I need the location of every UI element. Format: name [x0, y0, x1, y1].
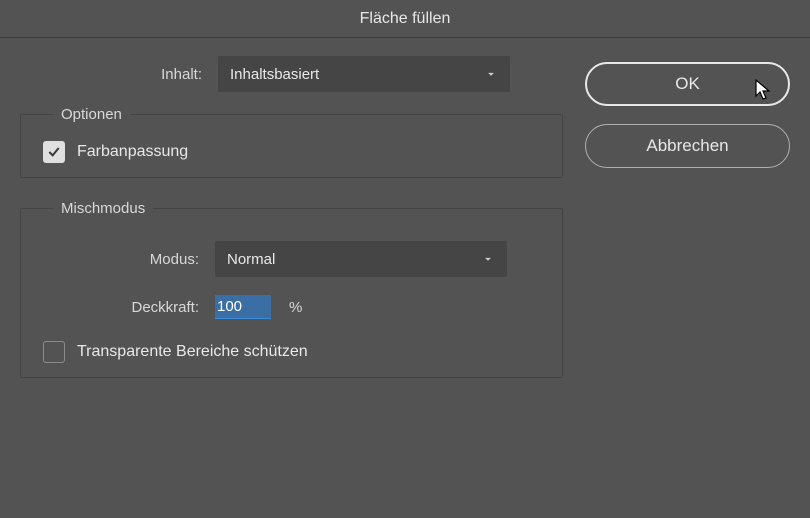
ok-button[interactable]: OK — [585, 62, 790, 106]
cursor-icon — [754, 78, 774, 102]
optionen-legend: Optionen — [53, 106, 130, 123]
cancel-button[interactable]: Abbrechen — [585, 124, 790, 168]
optionen-group: Optionen Farbanpassung — [20, 106, 563, 178]
protect-label: Transparente Bereiche schützen — [77, 343, 308, 361]
chevron-down-icon — [481, 252, 495, 266]
chevron-down-icon — [484, 67, 498, 81]
modus-row: Modus: Normal — [35, 241, 548, 277]
deckkraft-input[interactable] — [215, 295, 271, 319]
farbanpassung-row: Farbanpassung — [35, 141, 548, 163]
protect-row: Transparente Bereiche schützen — [35, 341, 548, 363]
ok-button-label: OK — [675, 74, 700, 94]
left-column: Inhalt: Inhaltsbasiert Optionen Farbanpa… — [20, 56, 563, 378]
mischmodus-group: Mischmodus Modus: Normal Deckkraft: % Tr… — [20, 200, 563, 378]
deckkraft-unit: % — [289, 299, 302, 316]
cancel-button-label: Abbrechen — [646, 136, 728, 156]
mischmodus-legend: Mischmodus — [53, 200, 153, 217]
modus-label: Modus: — [35, 251, 215, 268]
inhalt-select-value: Inhaltsbasiert — [230, 66, 319, 83]
modus-select[interactable]: Normal — [215, 241, 507, 277]
deckkraft-label: Deckkraft: — [35, 299, 215, 316]
dialog-content: Inhalt: Inhaltsbasiert Optionen Farbanpa… — [0, 38, 810, 396]
right-column: OK Abbrechen — [585, 56, 790, 378]
farbanpassung-label: Farbanpassung — [77, 143, 188, 161]
deckkraft-row: Deckkraft: % — [35, 295, 548, 319]
protect-checkbox[interactable] — [43, 341, 65, 363]
dialog-title: Fläche füllen — [0, 0, 810, 38]
inhalt-row: Inhalt: Inhaltsbasiert — [20, 56, 563, 92]
inhalt-select[interactable]: Inhaltsbasiert — [218, 56, 510, 92]
farbanpassung-checkbox[interactable] — [43, 141, 65, 163]
inhalt-label: Inhalt: — [20, 66, 218, 83]
modus-select-value: Normal — [227, 251, 275, 268]
